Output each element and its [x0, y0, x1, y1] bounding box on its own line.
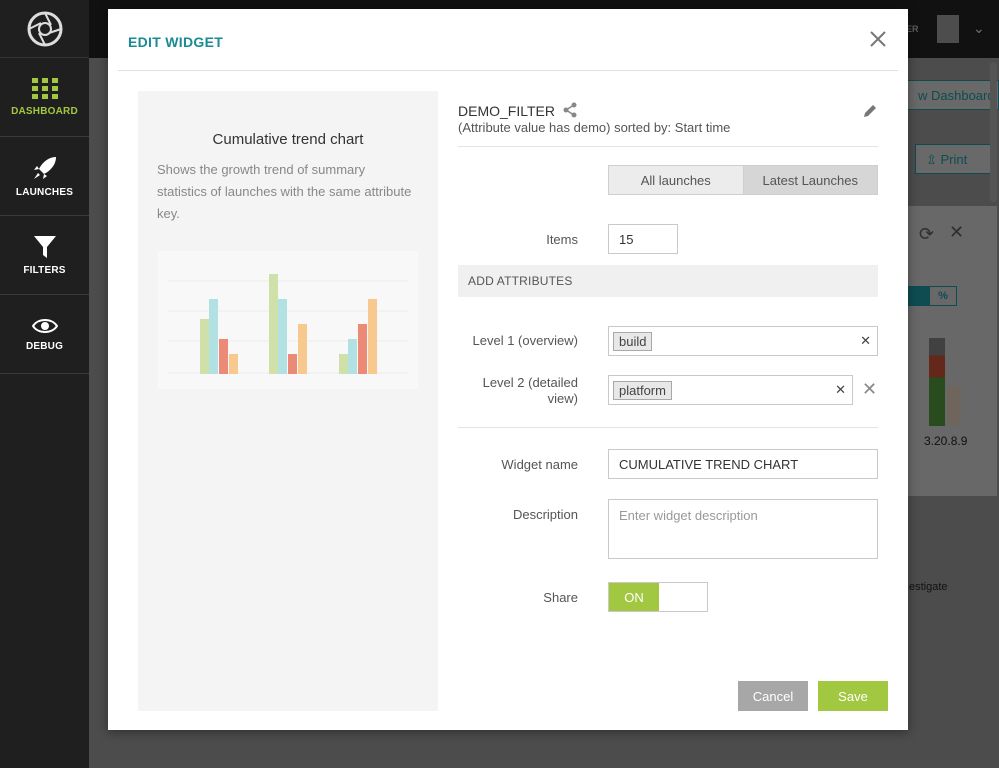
- all-launches-option[interactable]: All launches: [609, 166, 743, 194]
- aperture-icon: [27, 11, 62, 46]
- items-input[interactable]: 15: [608, 224, 678, 254]
- widget-name-label: Widget name: [501, 457, 578, 472]
- level2-label: Level 2 (detailed view): [482, 375, 578, 406]
- widget-name-input[interactable]: CUMULATIVE TREND CHART: [608, 449, 878, 479]
- attribute-tag: platform: [613, 380, 672, 400]
- latest-launches-option[interactable]: Latest Launches: [742, 166, 877, 194]
- sidebar-item-label: LAUNCHES: [15, 186, 74, 198]
- modal-header: EDIT WIDGET: [118, 9, 898, 71]
- page-scrollbar[interactable]: [990, 62, 997, 202]
- filter-name: DEMO_FILTER: [458, 103, 555, 119]
- level2-attribute-input[interactable]: platform ✕: [608, 375, 853, 405]
- items-label: Items: [546, 232, 578, 247]
- add-attributes-header: ADD ATTRIBUTES: [458, 265, 878, 297]
- sidebar-item-dashboard[interactable]: DASHBOARD: [0, 58, 89, 137]
- sidebar-item-label: DASHBOARD: [11, 105, 78, 117]
- remove-tag-icon[interactable]: ✕: [860, 333, 871, 349]
- share-label: Share: [543, 590, 578, 605]
- modal-title: EDIT WIDGET: [128, 34, 224, 50]
- widget-preview-panel: Cumulative trend chart Shows the growth …: [138, 91, 438, 711]
- launch-mode-toggle: All launches Latest Launches: [608, 165, 878, 195]
- remove-level-icon[interactable]: ✕: [862, 379, 877, 400]
- remove-tag-icon[interactable]: ✕: [835, 382, 846, 398]
- sidebar-item-filters[interactable]: FILTERS: [0, 216, 89, 295]
- sidebar-item-label: DEBUG: [25, 340, 64, 352]
- attribute-tag: build: [613, 331, 653, 351]
- pencil-icon[interactable]: [862, 103, 878, 119]
- edit-widget-modal: EDIT WIDGET Cumulative trend chart Shows…: [108, 9, 908, 730]
- level1-attribute-input[interactable]: build ✕: [608, 326, 878, 356]
- share-icon: [563, 102, 577, 118]
- description-textarea[interactable]: Enter widget description: [608, 499, 878, 559]
- save-button[interactable]: Save: [818, 681, 888, 711]
- sidebar-item-launches[interactable]: LAUNCHES: [0, 137, 89, 216]
- sidebar: DASHBOARD LAUNCHES FILTERS DEBUG: [0, 0, 89, 768]
- preview-description: Shows the growth trend of summary statis…: [157, 162, 412, 221]
- sidebar-item-debug[interactable]: DEBUG: [0, 295, 89, 374]
- divider: [458, 427, 878, 428]
- close-icon[interactable]: [868, 29, 888, 49]
- level1-label: Level 1 (overview): [472, 333, 579, 348]
- description-label: Description: [512, 507, 578, 522]
- grid-icon: [31, 77, 58, 99]
- preview-title: Cumulative trend chart: [212, 131, 364, 148]
- rocket-icon: [33, 156, 56, 179]
- share-toggle[interactable]: ON: [608, 582, 708, 612]
- filter-description: (Attribute value has demo) sorted by: St…: [458, 120, 731, 135]
- sidebar-item-label: FILTERS: [23, 264, 66, 276]
- cancel-button[interactable]: Cancel: [738, 681, 808, 711]
- funnel-icon: [33, 235, 56, 258]
- eye-icon: [31, 318, 58, 333]
- share-toggle-on: ON: [609, 583, 659, 611]
- preview-chart-image: [158, 251, 418, 389]
- divider: [458, 146, 878, 147]
- aperture-logo[interactable]: [0, 0, 89, 58]
